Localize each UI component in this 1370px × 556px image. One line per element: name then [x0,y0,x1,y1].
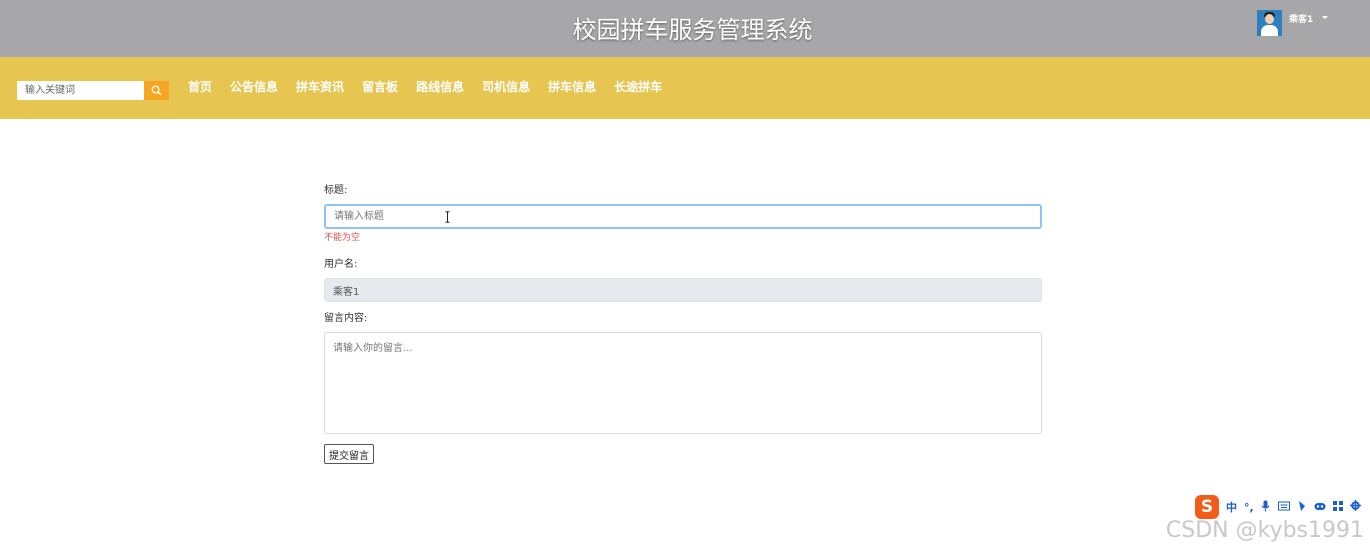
user-name[interactable]: 乘客1 [1289,12,1313,25]
settings-icon[interactable] [1350,500,1361,514]
search-input[interactable] [17,81,144,100]
nav-item-drivers[interactable]: 司机信息 [482,79,530,95]
nav-item-long-distance[interactable]: 长途拼车 [614,79,662,95]
username-label: 用户名: [324,259,358,270]
username-field[interactable] [324,278,1042,302]
title-label: 标题: [324,185,348,196]
nav-item-message-board[interactable]: 留言板 [362,79,398,95]
main-navbar: 首页 公告信息 拼车资讯 留言板 路线信息 司机信息 拼车信息 长途拼车 [0,57,1370,119]
content-textarea[interactable] [324,332,1042,434]
nav-item-carpool-info[interactable]: 拼车信息 [548,79,596,95]
watermark: CSDN @kybs1991 [1165,518,1364,543]
message-form: 标题: 不能为空 用户名: 留言内容: 提交留言 [324,184,1042,464]
chevron-down-icon[interactable] [1322,16,1329,19]
microphone-icon[interactable] [1261,500,1271,515]
search-icon [151,85,162,96]
search-button[interactable] [144,81,169,100]
content-label: 留言内容: [324,313,368,324]
title-error: 不能为空 [324,233,361,243]
keyboard-icon[interactable] [1278,501,1290,514]
ime-toolbar: S 中 °, [1195,495,1361,519]
sogou-logo-icon[interactable]: S [1195,495,1219,519]
user-avatar[interactable] [1257,10,1282,36]
nav-item-announcements[interactable]: 公告信息 [230,79,278,95]
ime-language-toggle[interactable]: 中 [1226,499,1237,515]
nav-menu: 首页 公告信息 拼车资讯 留言板 路线信息 司机信息 拼车信息 长途拼车 [188,79,680,95]
site-title: 校园拼车服务管理系统 [572,16,813,44]
nav-item-home[interactable]: 首页 [188,79,212,95]
user-menu[interactable]: 乘客1 [1257,10,1329,36]
nav-item-carpool-news[interactable]: 拼车资讯 [296,79,344,95]
text-cursor-icon [445,211,450,223]
submit-button[interactable]: 提交留言 [324,444,374,464]
title-input[interactable] [324,204,1042,229]
apps-icon[interactable] [1333,500,1343,514]
punctuation-icon[interactable]: °, [1244,501,1254,514]
top-header: 校园拼车服务管理系统 乘客1 [0,0,1370,57]
skin-icon[interactable] [1297,500,1307,515]
nav-item-routes[interactable]: 路线信息 [416,79,464,95]
game-icon[interactable] [1314,501,1326,514]
